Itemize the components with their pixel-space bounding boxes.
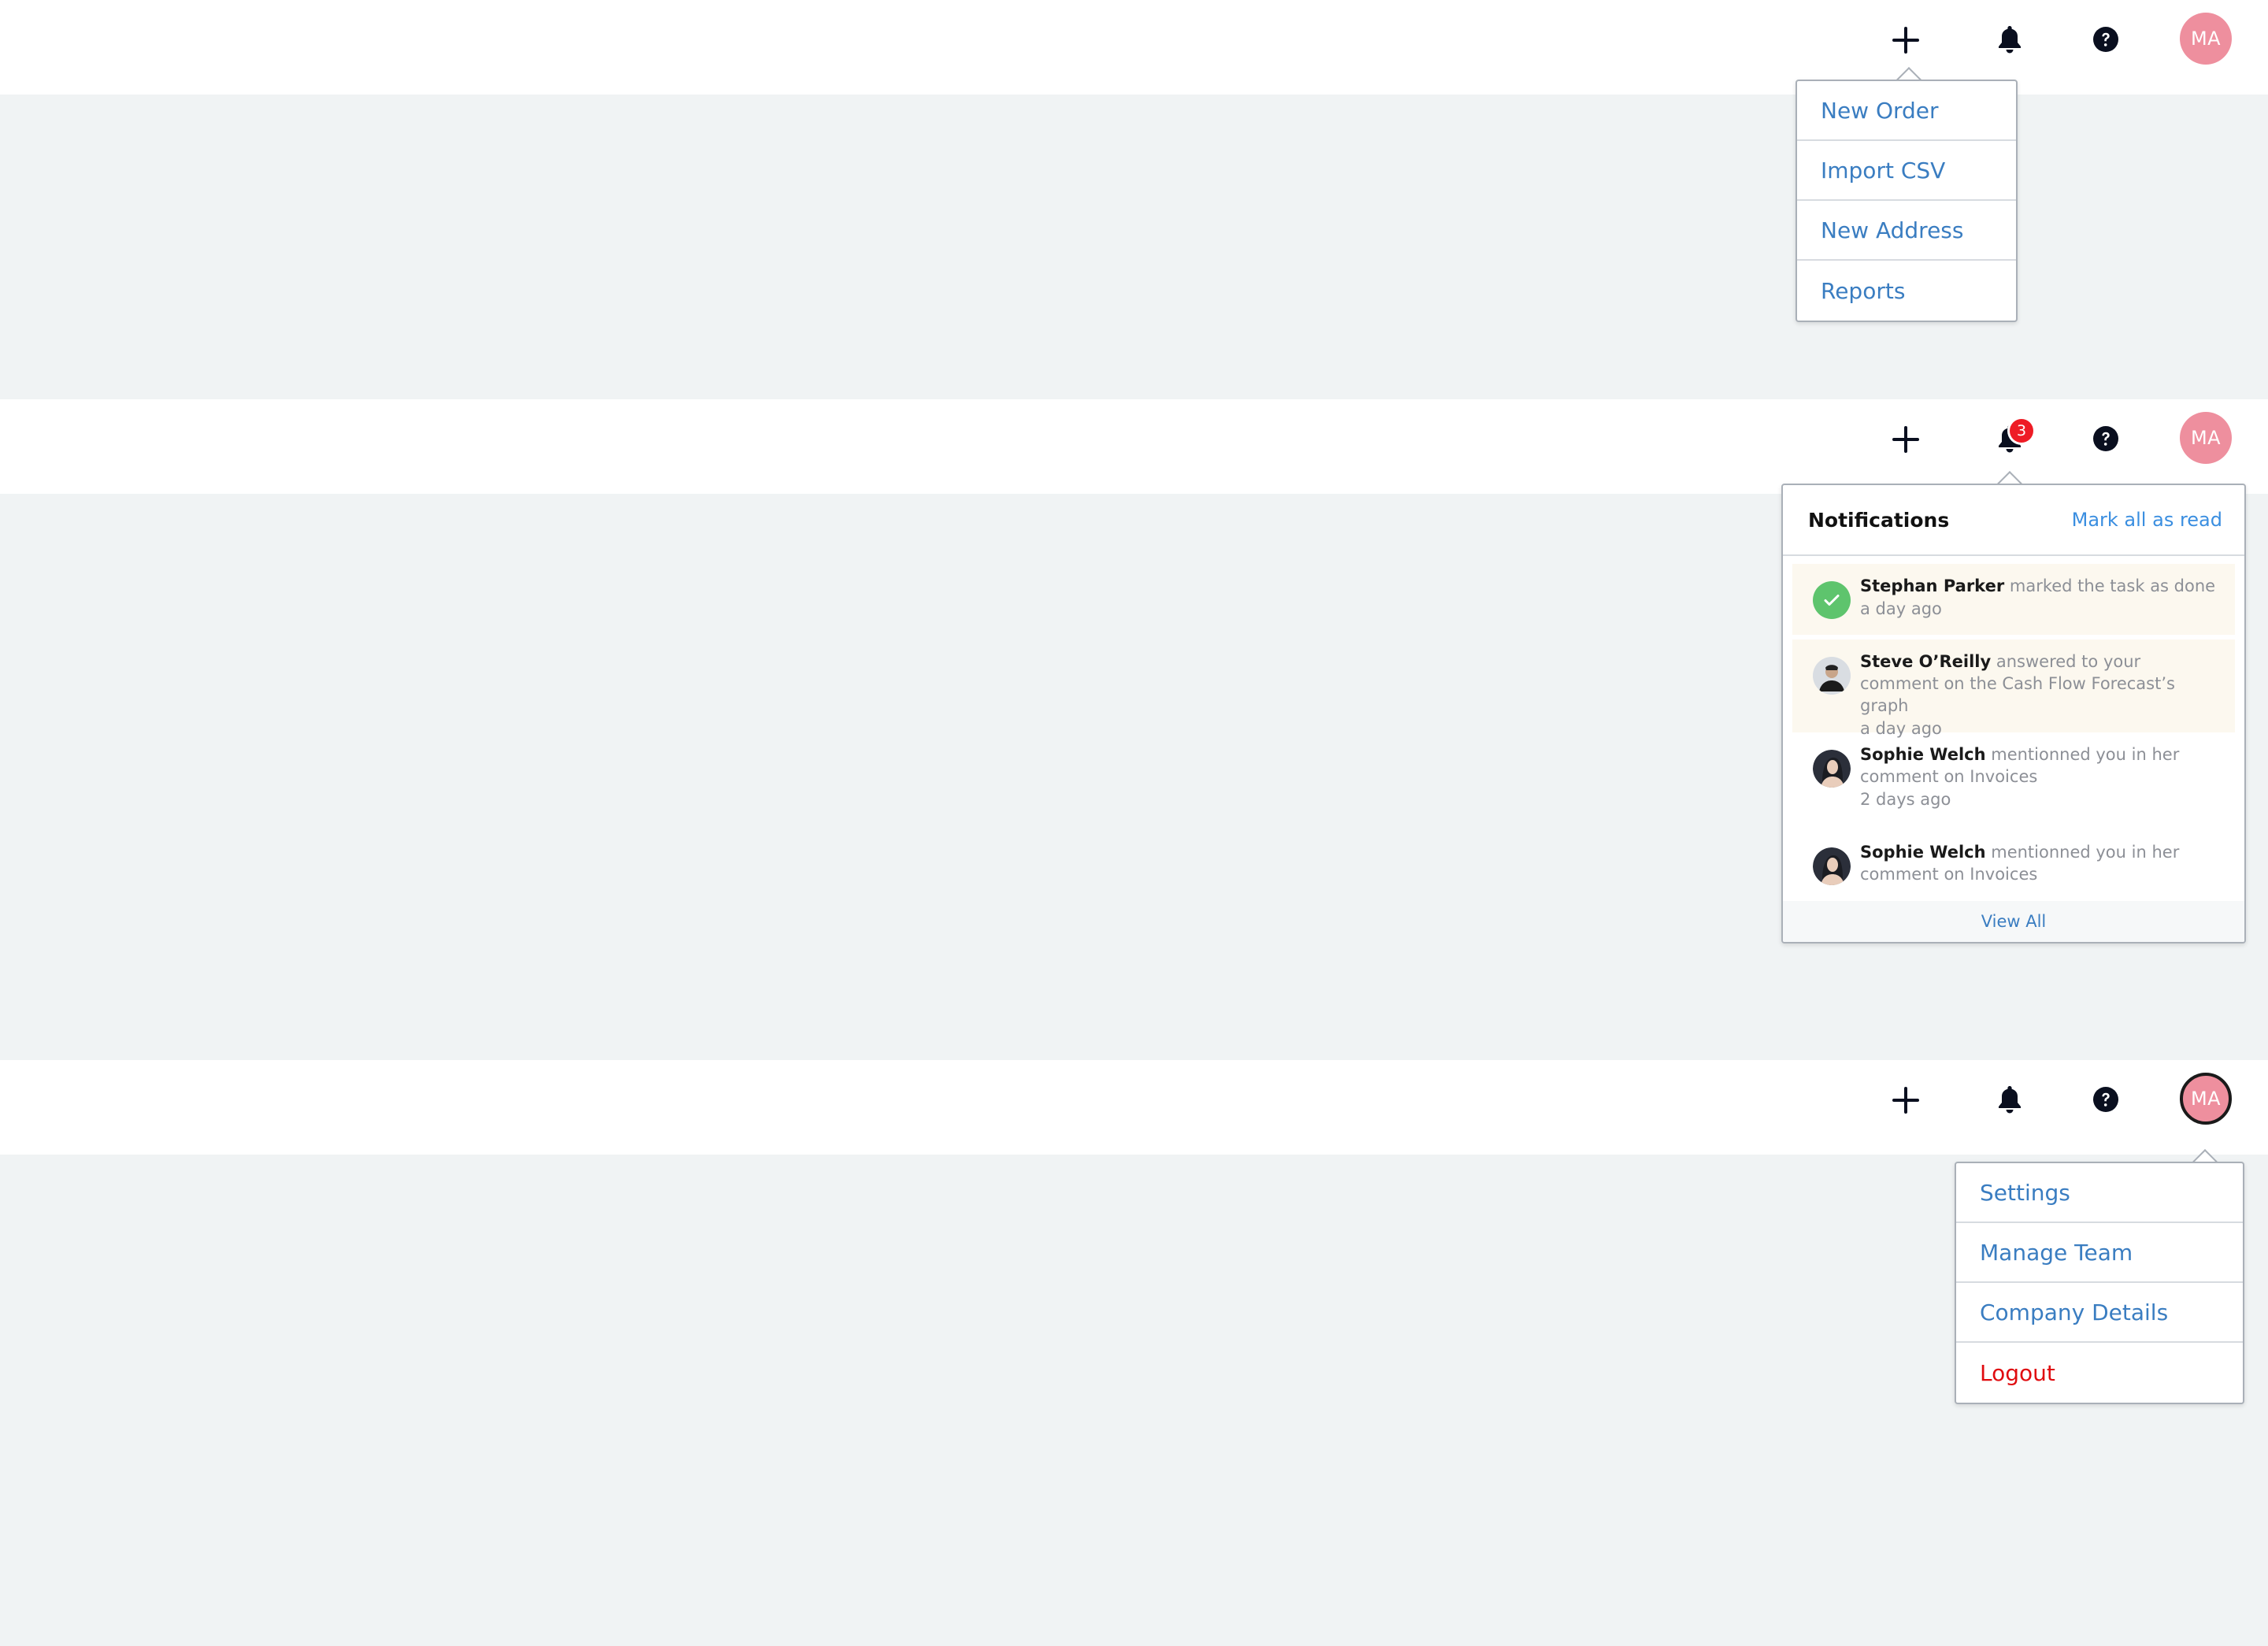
menu-item-settings[interactable]: Settings (1956, 1163, 2243, 1223)
notification-author: Sophie Welch (1860, 843, 1986, 862)
notification-item[interactable]: Sophie Welch mentionned you in her comme… (1792, 830, 2235, 909)
plus-icon[interactable] (1891, 424, 1921, 454)
menu-item-logout[interactable]: Logout (1956, 1343, 2243, 1403)
menu-item-import-csv[interactable]: Import CSV (1797, 141, 2016, 201)
help-icon[interactable] (2092, 25, 2120, 54)
mark-all-read-link[interactable]: Mark all as read (2072, 509, 2222, 531)
check-icon (1813, 581, 1851, 619)
view-all-link[interactable]: View All (1783, 901, 2244, 942)
notification-message: marked the task as done (2009, 576, 2216, 595)
menu-item-new-order[interactable]: New Order (1797, 81, 2016, 141)
user-avatar-icon (1813, 847, 1851, 885)
add-menu: New Order Import CSV New Address Reports (1796, 80, 2018, 322)
user-menu: Settings Manage Team Company Details Log… (1955, 1162, 2244, 1404)
help-icon[interactable] (2092, 1085, 2120, 1114)
notifications-title: Notifications (1808, 508, 1950, 532)
notification-author: Steve O’Reilly (1860, 652, 1992, 671)
notifications-panel: Notifications Mark all as read Stephan P… (1781, 484, 2246, 943)
notification-item[interactable]: Sophie Welch mentionned you in her comme… (1792, 732, 2235, 830)
menu-item-new-address[interactable]: New Address (1797, 201, 2016, 261)
bell-icon[interactable] (1996, 1084, 2024, 1115)
help-icon[interactable] (2092, 424, 2120, 453)
top-bar-notifications: MA (0, 399, 2268, 494)
avatar[interactable]: MA (2180, 1073, 2232, 1125)
avatar[interactable]: MA (2180, 13, 2232, 65)
notifications-header: Notifications Mark all as read (1783, 485, 2244, 556)
plus-icon[interactable] (1891, 1085, 1921, 1115)
notification-time: 2 days ago (1860, 790, 1951, 809)
notification-author: Sophie Welch (1860, 745, 1986, 764)
notification-count-badge: 3 (2010, 419, 2033, 443)
avatar[interactable]: MA (2180, 412, 2232, 464)
menu-item-company-details[interactable]: Company Details (1956, 1283, 2243, 1343)
notification-time: a day ago (1860, 599, 1942, 618)
menu-item-manage-team[interactable]: Manage Team (1956, 1223, 2243, 1283)
notification-item[interactable]: Steve O’Reilly answered to your comment … (1792, 639, 2235, 738)
user-avatar-icon (1813, 657, 1851, 695)
notification-item[interactable]: Stephan Parker marked the task as done a… (1792, 564, 2235, 635)
plus-icon[interactable] (1891, 25, 1921, 55)
bell-icon[interactable] (1996, 24, 2024, 55)
notification-author: Stephan Parker (1860, 576, 2005, 595)
notifications-list: Stephan Parker marked the task as done a… (1783, 556, 2244, 909)
user-avatar-icon (1813, 750, 1851, 788)
notification-time: a day ago (1860, 719, 1942, 738)
menu-item-reports[interactable]: Reports (1797, 261, 2016, 321)
top-bar-user-menu: MA (0, 1060, 2268, 1155)
